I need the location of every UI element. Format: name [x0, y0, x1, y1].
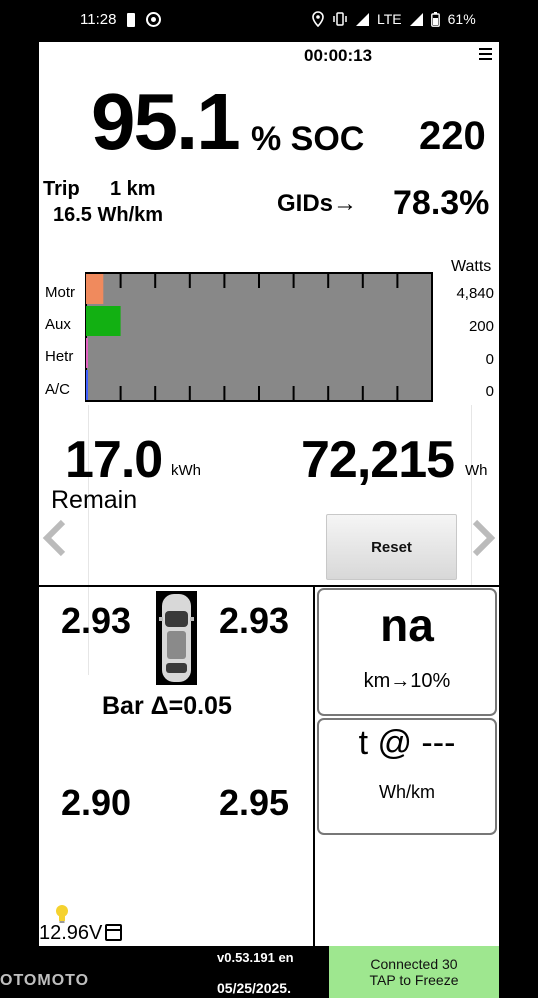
- current-date: 05/25/2025.: [217, 980, 291, 996]
- chart-category-label: Hetr: [45, 348, 74, 365]
- bottom-bar: v0.53.191 en 05/25/2025. Connected 30 TA…: [39, 946, 499, 998]
- chevron-left-icon[interactable]: [41, 518, 69, 558]
- chart-bar: [86, 306, 121, 336]
- tire-front-left: 2.93: [61, 600, 132, 641]
- signal-icon: [356, 12, 369, 26]
- gids-label: GIDs→: [277, 190, 358, 217]
- app-version: v0.53.191 en: [217, 950, 294, 965]
- cast-icon: [146, 12, 161, 27]
- phone-icon: [127, 13, 135, 27]
- chart-value-label: 200: [468, 318, 494, 335]
- chart-category-label: A/C: [45, 381, 71, 398]
- wh-unit: Wh: [465, 462, 488, 479]
- freeze-button[interactable]: Connected 30 TAP to Freeze: [329, 946, 499, 998]
- freeze-status: Connected 30: [370, 956, 458, 972]
- watermark: OTOMOTO: [0, 972, 90, 989]
- battery-icon: [430, 11, 440, 27]
- vibrate-icon: [333, 12, 347, 26]
- chart-category-label: Motr: [45, 284, 75, 301]
- battery-12v-voltage: 12.96V: [39, 922, 103, 944]
- freeze-action: TAP to Freeze: [369, 972, 459, 988]
- bulb-icon: [56, 905, 68, 923]
- trip-distance: 1 km: [110, 178, 156, 200]
- chart-value-label: 0: [485, 383, 494, 400]
- wh-value: 72,215: [301, 431, 455, 489]
- chart-category-label: Aux: [45, 316, 71, 333]
- car-icon: [156, 591, 197, 685]
- chart-value-label: 0: [485, 351, 494, 368]
- status-time: 11:28: [80, 11, 117, 28]
- range-label: km→10%: [363, 670, 451, 692]
- remain-kwh-unit: kWh: [171, 462, 201, 479]
- section-divider: [313, 587, 315, 946]
- remain-kwh-value: 17.0: [65, 431, 163, 489]
- tire-pressure-delta: Bar Δ=0.05: [102, 692, 232, 720]
- chart-bar: [86, 370, 88, 400]
- power-chart: [85, 272, 433, 402]
- chart-value-label: 4,840: [456, 285, 494, 302]
- section-divider: [39, 585, 499, 587]
- gids-value: 78.3%: [393, 184, 490, 222]
- trip-efficiency: 16.5 Wh/km: [53, 204, 164, 226]
- chart-ylabel-right: Watts: [451, 258, 492, 275]
- signal-icon: [409, 12, 423, 26]
- time-card[interactable]: t @ --- Wh/km: [317, 718, 497, 835]
- trip-label: Trip: [43, 178, 80, 200]
- tire-front-right: 2.93: [219, 600, 290, 641]
- time-value: t @ ---: [358, 724, 456, 762]
- location-icon: [312, 11, 324, 27]
- time-label: Wh/km: [379, 782, 435, 802]
- soc-right-value: 220: [419, 114, 486, 158]
- reset-button[interactable]: Reset: [326, 514, 457, 580]
- soc-value: 95.1: [91, 77, 241, 166]
- trip-timer: 00:00:13: [304, 46, 373, 65]
- chart-background: [85, 272, 433, 402]
- app-screen: 00:00:13 95.1 % SOC 220 Trip 1 km 16.5 W…: [39, 42, 499, 946]
- range-value: na: [380, 599, 434, 651]
- status-bar: 11:28 LTE 61%: [0, 0, 538, 42]
- battery-percent: 61%: [447, 11, 476, 27]
- tire-rear-left: 2.90: [61, 782, 132, 823]
- chart-bar: [86, 274, 104, 304]
- network-label: LTE: [377, 11, 402, 27]
- status-right: LTE 61%: [312, 11, 476, 27]
- range-card[interactable]: na km→10%: [317, 588, 497, 716]
- chevron-right-icon[interactable]: [469, 518, 497, 558]
- soc-unit: % SOC: [251, 120, 365, 158]
- menu-icon[interactable]: [479, 48, 492, 60]
- remain-label: Remain: [51, 486, 138, 514]
- chart-bar: [86, 338, 88, 368]
- tire-rear-right: 2.95: [219, 782, 290, 823]
- calendar-icon: [105, 924, 122, 941]
